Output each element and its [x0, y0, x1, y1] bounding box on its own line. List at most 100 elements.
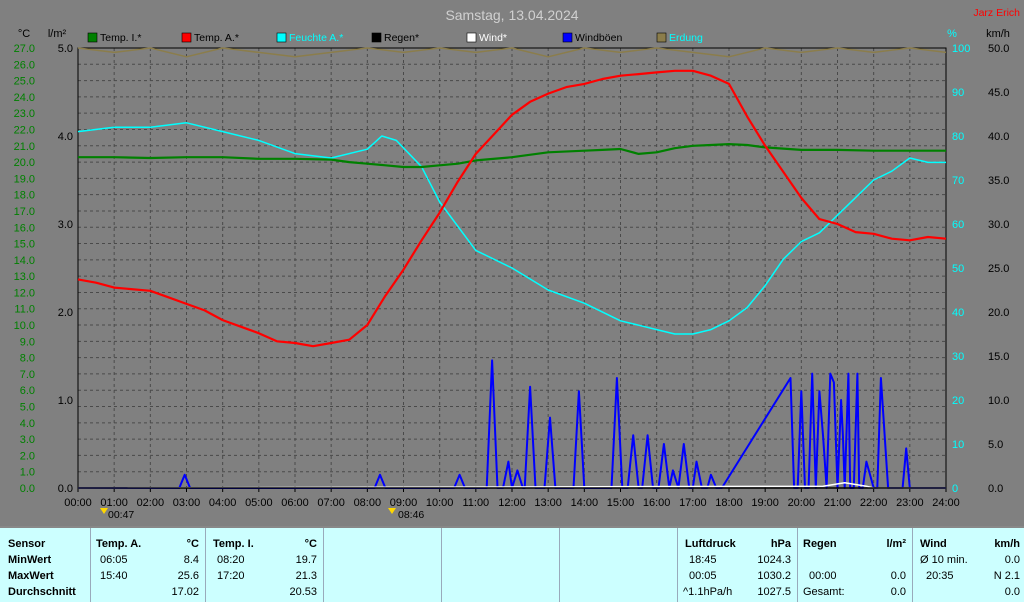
luftdruck-min-time: 18:45: [689, 554, 717, 566]
x-tick-label: 03:00: [173, 497, 201, 509]
temp-axis-tick: 13.0: [14, 271, 35, 283]
x-tick-label: 22:00: [860, 497, 888, 509]
wind-axis-tick: 40.0: [988, 131, 1009, 143]
legend-swatch: [466, 32, 477, 43]
temp-axis-tick: 9.0: [20, 336, 35, 348]
sunrise-icon: [100, 508, 108, 514]
luftdruck-column: Luftdruck hPa 18:45 1024.3 00:05 1030.2 …: [677, 528, 798, 602]
humidity-unit-label: %: [947, 28, 957, 40]
temp-axis-tick: 24.0: [14, 92, 35, 104]
temp-axis-tick: 25.0: [14, 76, 35, 88]
temp-axis-tick: 15.0: [14, 239, 35, 251]
temp-axis-tick: 18.0: [14, 190, 35, 202]
legend-swatch: [562, 32, 573, 43]
regen-column: Regen l/m² 00:00 0.0 Gesamt: 0.0: [797, 528, 913, 602]
wind-axis-tick: 35.0: [988, 175, 1009, 187]
legend-swatch: [656, 32, 667, 43]
regen-max-time: 00:00: [809, 570, 837, 582]
temp-i-min-time: 08:20: [217, 554, 245, 566]
luftdruck-max-time: 00:05: [689, 570, 717, 582]
wind-unit-label: km/h: [986, 28, 1010, 40]
sunrise-time: 00:47: [108, 509, 134, 521]
rain-axis-tick: 3.0: [58, 219, 73, 231]
legend-item: Temp. I.*: [87, 32, 141, 44]
humidity-axis-tick: 70: [952, 175, 964, 187]
temp-axis-tick: 2.0: [20, 450, 35, 462]
humidity-axis-tick: 90: [952, 87, 964, 99]
temp-i-unit: °C: [304, 538, 317, 550]
row-label-avg: Durchschnitt: [8, 586, 76, 598]
empty-column-1: [323, 528, 442, 602]
temp-axis-tick: 22.0: [14, 124, 35, 136]
wind-axis-tick: 20.0: [988, 307, 1009, 319]
luftdruck-trend: ^1.1hPa/h: [683, 586, 733, 598]
temp-i-column: Temp. I. °C 08:20 19.7 17:20 21.3 20.53: [205, 528, 324, 602]
temp-a-header: Temp. A.: [96, 538, 142, 550]
humidity-axis-tick: 30: [952, 351, 964, 363]
author-label: Jarz Erich: [973, 7, 1020, 19]
chart-title: Samstag, 13.04.2024: [445, 7, 578, 23]
legend-label: Regen*: [384, 32, 419, 44]
temp-axis-tick: 21.0: [14, 141, 35, 153]
humidity-axis-tick: 10: [952, 439, 964, 451]
empty-column-3: [559, 528, 678, 602]
x-tick-label: 06:00: [281, 497, 309, 509]
humidity-axis-tick: 0: [952, 483, 958, 495]
legend-swatch: [371, 32, 382, 43]
luftdruck-unit: hPa: [770, 538, 791, 550]
legend-swatch: [181, 32, 192, 43]
regen-total-label: Gesamt:: [803, 586, 845, 598]
wind-axis-tick: 50.0: [988, 43, 1009, 55]
legend-item: Erdung: [656, 32, 703, 44]
regen-unit: l/m²: [886, 538, 906, 550]
sunset-time: 08:46: [398, 509, 424, 521]
temp-a-min-value: 8.4: [183, 554, 199, 566]
temp-a-avg-value: 17.02: [171, 586, 199, 598]
x-tick-label: 18:00: [715, 497, 743, 509]
rain-unit-label: l/m²: [48, 28, 67, 40]
temp-a-min-time: 06:05: [100, 554, 128, 566]
x-tick-label: 10:00: [426, 497, 454, 509]
temp-axis-tick: 5.0: [20, 402, 35, 414]
legend-swatch: [276, 32, 287, 43]
legend: Temp. I.* Temp. A.* Feuchte A.* Regen* Wind*…: [87, 32, 703, 44]
legend-item: Windböen: [562, 32, 622, 44]
x-tick-label: 04:00: [209, 497, 237, 509]
x-tick-label: 19:00: [751, 497, 779, 509]
sensor-header: Sensor: [8, 538, 46, 550]
x-tick-label: 15:00: [607, 497, 635, 509]
x-tick-label: 16:00: [643, 497, 671, 509]
temp-axis-tick: 17.0: [14, 206, 35, 218]
humidity-axis-tick: 40: [952, 307, 964, 319]
temp-a-max-time: 15:40: [100, 570, 128, 582]
row-label-max: MaxWert: [8, 570, 54, 582]
x-tick-label: 23:00: [896, 497, 924, 509]
wind-axis-tick: 30.0: [988, 219, 1009, 231]
legend-label: Temp. A.*: [194, 32, 239, 44]
x-tick-label: 20:00: [788, 497, 816, 509]
x-tick-label: 17:00: [679, 497, 707, 509]
wind-avg10-value: 0.0: [1004, 554, 1020, 566]
temp-axis-tick: 11.0: [14, 304, 35, 316]
x-tick-label: 08:00: [354, 497, 382, 509]
temp-axis-tick: 12.0: [14, 287, 35, 299]
regen-max-value: 0.0: [890, 570, 906, 582]
x-tick-label: 12:00: [498, 497, 526, 509]
x-axis-ticks: 00:00 01:00 02:00 03:00 04:00 05:00 06:00 07:00…: [64, 488, 960, 509]
legend-label: Windböen: [575, 32, 622, 44]
x-tick-label: 01:00: [100, 497, 128, 509]
x-tick-label: 07:00: [317, 497, 345, 509]
temp-axis-tick: 6.0: [20, 385, 35, 397]
regen-total-value: 0.0: [890, 586, 906, 598]
luftdruck-header: Luftdruck: [685, 538, 736, 550]
wind-max-value: N 2.1: [993, 570, 1020, 582]
rain-axis-tick: 5.0: [58, 43, 73, 55]
temp-a-max-value: 25.6: [177, 570, 199, 582]
wind-axis-tick: 10.0: [988, 395, 1009, 407]
temp-axis-tick: 20.0: [14, 157, 35, 169]
temp-axis-tick: 7.0: [20, 369, 35, 381]
temp-axis-tick: 10.0: [14, 320, 35, 332]
rain-axis-tick: 4.0: [58, 131, 73, 143]
x-tick-label: 14:00: [571, 497, 599, 509]
temp-axis-tick: 23.0: [14, 108, 35, 120]
